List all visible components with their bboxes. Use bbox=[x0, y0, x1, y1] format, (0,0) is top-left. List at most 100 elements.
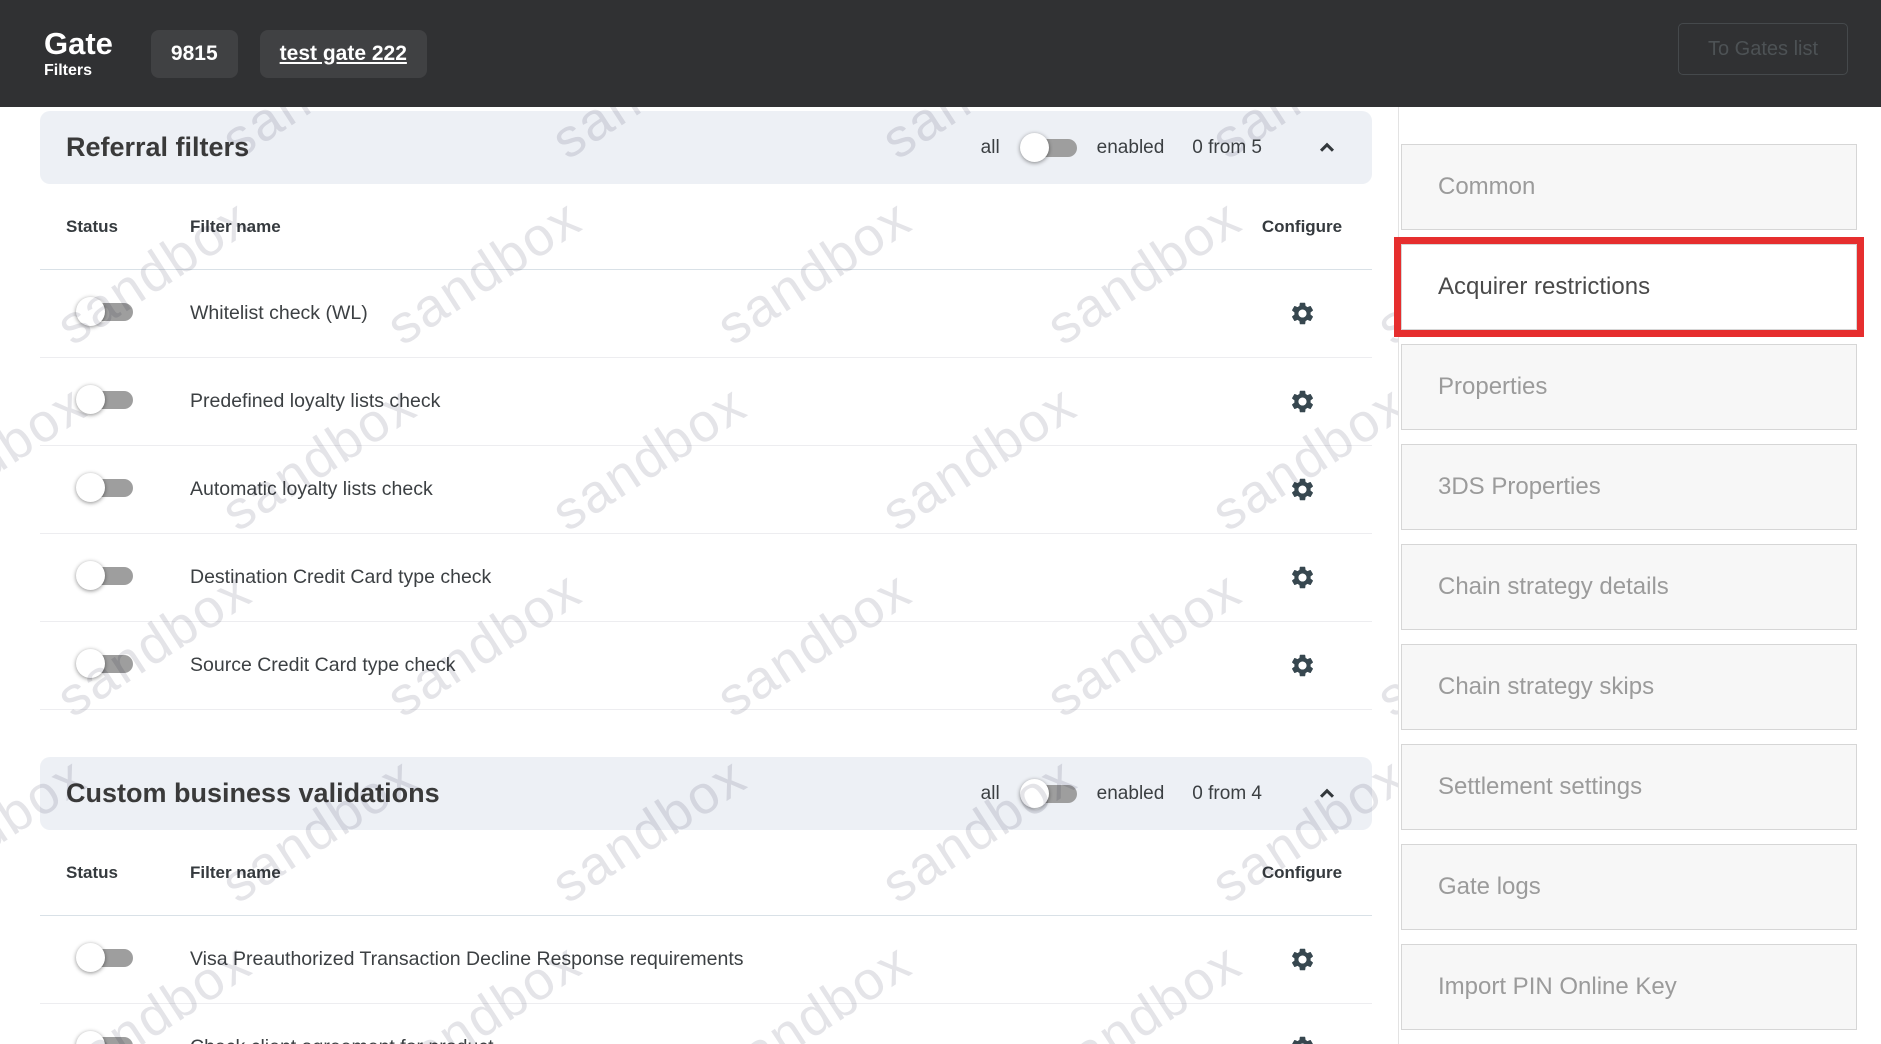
toggle-knob bbox=[76, 385, 105, 414]
app-header: Gate Filters 9815 test gate 222 To Gates… bbox=[0, 0, 1881, 107]
filter-toggle[interactable] bbox=[76, 385, 133, 414]
all-toggle[interactable] bbox=[1020, 779, 1077, 808]
gear-icon bbox=[1289, 652, 1316, 679]
sidebar-item-label: Import PIN Online Key bbox=[1438, 973, 1677, 1001]
configure-cell bbox=[1232, 386, 1372, 417]
gate-id: 9815 bbox=[171, 42, 218, 65]
section-title: Custom business validations bbox=[66, 778, 440, 809]
filter-toggle[interactable] bbox=[76, 297, 133, 326]
filter-name: Automatic loyalty lists check bbox=[190, 478, 1232, 501]
sidebar-item-label: Chain strategy details bbox=[1438, 573, 1669, 601]
section-controls: all enabled 0 from 5 bbox=[981, 133, 1342, 163]
status-cell bbox=[40, 297, 190, 331]
table-row: Visa Preauthorized Transaction Decline R… bbox=[40, 916, 1372, 1004]
status-cell bbox=[40, 943, 190, 977]
table-row: Whitelist check (WL) bbox=[40, 270, 1372, 358]
main-content: Referral filters all enabled 0 from 5 St… bbox=[40, 107, 1372, 1044]
section-title: Referral filters bbox=[66, 132, 249, 163]
sidebar-item-label: Chain strategy skips bbox=[1438, 673, 1654, 701]
filter-name: Destination Credit Card type check bbox=[190, 566, 1232, 589]
app-subtitle: Filters bbox=[44, 63, 113, 79]
configure-cell bbox=[1232, 298, 1372, 329]
table-row: Automatic loyalty lists check bbox=[40, 446, 1372, 534]
sidebar-item-chain-strategy-details[interactable]: Chain strategy details bbox=[1401, 544, 1857, 630]
status-cell bbox=[40, 473, 190, 507]
configure-column-header: Configure bbox=[1232, 863, 1372, 883]
toggle-knob bbox=[76, 561, 105, 590]
status-cell bbox=[40, 385, 190, 419]
configure-cell bbox=[1232, 1032, 1372, 1044]
section-gap bbox=[40, 710, 1372, 753]
filter-toggle[interactable] bbox=[76, 649, 133, 678]
configure-button[interactable] bbox=[1287, 1032, 1318, 1044]
gear-icon bbox=[1289, 476, 1316, 503]
gear-icon bbox=[1289, 300, 1316, 327]
enabled-label: enabled bbox=[1097, 783, 1165, 805]
toggle-knob bbox=[1020, 133, 1049, 162]
filter-toggle[interactable] bbox=[76, 1031, 133, 1044]
custom-validations-table: Status Filter name Configure Visa Preaut… bbox=[40, 830, 1372, 1044]
all-toggle[interactable] bbox=[1020, 133, 1077, 162]
referral-filters-header: Referral filters all enabled 0 from 5 bbox=[40, 111, 1372, 184]
configure-button[interactable] bbox=[1287, 650, 1318, 681]
status-cell bbox=[40, 649, 190, 683]
sidebar-item-label: Properties bbox=[1438, 373, 1547, 401]
gear-icon bbox=[1289, 946, 1316, 973]
toggle-knob bbox=[76, 297, 105, 326]
chevron-up-icon bbox=[1314, 135, 1340, 161]
status-cell bbox=[40, 561, 190, 595]
section-controls: all enabled 0 from 4 bbox=[981, 779, 1342, 809]
sidebar-item-properties[interactable]: Properties bbox=[1401, 344, 1857, 430]
status-cell bbox=[40, 1031, 190, 1044]
sidebar-item-gate-logs[interactable]: Gate logs bbox=[1401, 844, 1857, 930]
configure-button[interactable] bbox=[1287, 298, 1318, 329]
filter-name: Source Credit Card type check bbox=[190, 654, 1232, 677]
to-gates-list-button[interactable]: To Gates list bbox=[1678, 23, 1848, 75]
configure-button[interactable] bbox=[1287, 562, 1318, 593]
sidebar-item-label: 3DS Properties bbox=[1438, 473, 1601, 501]
filter-name: Whitelist check (WL) bbox=[190, 302, 1232, 325]
sidebar-item-label: Gate logs bbox=[1438, 873, 1541, 901]
filter-toggle[interactable] bbox=[76, 561, 133, 590]
sidebar-item-label: Common bbox=[1438, 173, 1535, 201]
settings-sidebar: Common Acquirer restrictions Properties … bbox=[1398, 107, 1881, 1044]
filter-name: Check client agreement for product bbox=[190, 1036, 1232, 1044]
sidebar-item-label: Acquirer restrictions bbox=[1438, 273, 1650, 301]
toggle-knob bbox=[1020, 779, 1049, 808]
gear-icon bbox=[1289, 388, 1316, 415]
app-title: Gate bbox=[44, 28, 113, 59]
filter-name: Predefined loyalty lists check bbox=[190, 390, 1232, 413]
collapse-section-button[interactable] bbox=[1312, 779, 1342, 809]
filter-toggle[interactable] bbox=[76, 943, 133, 972]
configure-column-header: Configure bbox=[1232, 217, 1372, 237]
sidebar-item-acquirer-restrictions[interactable]: Acquirer restrictions bbox=[1401, 244, 1857, 330]
toggle-knob bbox=[76, 943, 105, 972]
filter-name-column-header: Filter name bbox=[190, 863, 1232, 883]
gear-icon bbox=[1289, 564, 1316, 591]
sidebar-item-common[interactable]: Common bbox=[1401, 144, 1857, 230]
all-label: all bbox=[981, 137, 1000, 159]
sidebar-item-settlement-settings[interactable]: Settlement settings bbox=[1401, 744, 1857, 830]
filter-toggle[interactable] bbox=[76, 473, 133, 502]
sidebar-item-chain-strategy-skips[interactable]: Chain strategy skips bbox=[1401, 644, 1857, 730]
filter-name-column-header: Filter name bbox=[190, 217, 1232, 237]
filter-name: Visa Preauthorized Transaction Decline R… bbox=[190, 948, 1232, 971]
toggle-knob bbox=[76, 473, 105, 502]
configure-button[interactable] bbox=[1287, 944, 1318, 975]
configure-button[interactable] bbox=[1287, 386, 1318, 417]
sidebar-item-3ds-properties[interactable]: 3DS Properties bbox=[1401, 444, 1857, 530]
gate-name-link[interactable]: test gate 222 bbox=[260, 30, 427, 78]
collapse-section-button[interactable] bbox=[1312, 133, 1342, 163]
configure-button[interactable] bbox=[1287, 474, 1318, 505]
enabled-count: 0 from 4 bbox=[1192, 783, 1262, 805]
sidebar-item-import-pin-online-key[interactable]: Import PIN Online Key bbox=[1401, 944, 1857, 1030]
configure-cell bbox=[1232, 474, 1372, 505]
gate-name: test gate 222 bbox=[280, 42, 407, 65]
table-row: Source Credit Card type check bbox=[40, 622, 1372, 710]
status-column-header: Status bbox=[40, 217, 190, 237]
referral-filters-table: Status Filter name Configure Whitelist c… bbox=[40, 184, 1372, 710]
sidebar-item-label: Settlement settings bbox=[1438, 773, 1642, 801]
enabled-label: enabled bbox=[1097, 137, 1165, 159]
chevron-up-icon bbox=[1314, 781, 1340, 807]
all-label: all bbox=[981, 783, 1000, 805]
